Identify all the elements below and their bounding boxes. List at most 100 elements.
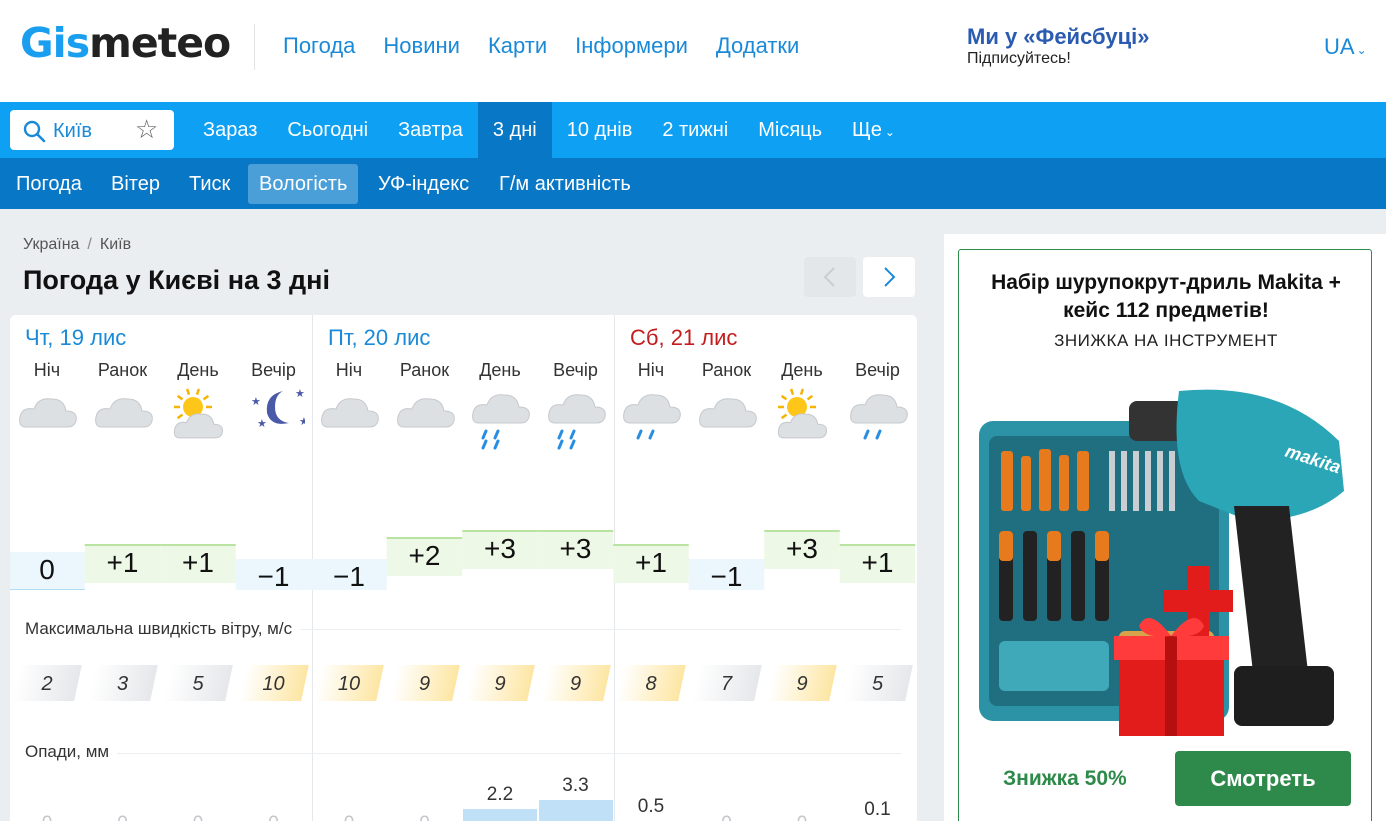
time-of-day-label: Вечір <box>855 360 900 380</box>
wind-speed-value: 5 <box>192 673 204 695</box>
facebook-promo[interactable]: Ми у «Фейсбуці» Підписуйтесь! <box>967 24 1149 68</box>
period-nav: Київ ☆ Зараз Сьогодні Завтра 3 дні 10 дн… <box>0 102 1386 158</box>
header-divider <box>254 24 255 70</box>
main-content: Україна / Київ Погода у Києві на 3 дні Чт,… <box>0 209 1386 821</box>
wind-speed-value: 5 <box>871 673 884 695</box>
site-header: Gismeteo Погода Новини Карти Інформери Д… <box>0 0 1386 102</box>
precipitation-bar <box>463 808 537 821</box>
divider <box>25 753 901 754</box>
cloudy-icon <box>19 398 77 428</box>
subtab-humidity[interactable]: Вологість <box>248 164 359 204</box>
subtab-wind[interactable]: Вітер <box>100 164 171 204</box>
day-label-thu[interactable]: Чт, 19 лис <box>25 325 126 351</box>
language-label: UA <box>1324 34 1355 59</box>
subtab-pressure[interactable]: Тиск <box>178 164 241 204</box>
precipitation-bar <box>538 800 613 821</box>
time-of-day-label: День <box>177 360 219 380</box>
nav-link-informers[interactable]: Інформери <box>575 33 688 59</box>
ad-cta-button[interactable]: Смотреть <box>1175 751 1351 806</box>
precipitation-value: 0 <box>10 813 85 821</box>
language-selector[interactable]: UA ⌄ <box>1324 34 1367 60</box>
temperature-value: +2 <box>408 540 441 571</box>
forecast-card: Чт, 19 лис Пт, 20 лис Сб, 21 лис Максима… <box>10 315 917 821</box>
subtab-geomagnetic[interactable]: Г/м активність <box>488 164 642 204</box>
precipitation-value: 0 <box>387 813 463 821</box>
nav-link-news[interactable]: Новини <box>383 33 460 59</box>
wind-speed-value: 3 <box>116 673 129 695</box>
temperature-value: +1 <box>861 547 894 578</box>
cloudy-icon <box>321 398 379 428</box>
city-search[interactable]: Київ ☆ <box>10 110 174 150</box>
time-of-day-label: Ніч <box>335 360 363 380</box>
partly-sunny-icon <box>777 388 828 439</box>
ad-subtitle: ЗНИЖКА НА ІНСТРУМЕНТ <box>1054 331 1278 350</box>
time-of-day-label: День <box>781 360 823 380</box>
subtab-weather[interactable]: Погода <box>5 164 93 204</box>
precipitation-value: 0 <box>160 813 236 821</box>
wind-speed-value: 10 <box>337 673 361 695</box>
tab-more[interactable]: Ще ⌄ <box>837 102 910 158</box>
temperature-value: −1 <box>710 561 743 592</box>
breadcrumb-country[interactable]: Україна <box>23 236 79 253</box>
temperature-value: +1 <box>635 547 667 578</box>
wind-section-label: Максимальна швидкість вітру, м/с <box>25 619 301 639</box>
tab-now[interactable]: Зараз <box>188 102 272 158</box>
temperature-value: +1 <box>182 547 214 578</box>
favorite-star-icon[interactable]: ☆ <box>135 114 158 145</box>
chevron-left-icon <box>823 267 835 287</box>
svg-text:★: ★ <box>299 416 305 428</box>
nav-link-maps[interactable]: Карти <box>488 33 547 59</box>
breadcrumb: Україна / Київ <box>23 236 131 254</box>
breadcrumb-city[interactable]: Київ <box>100 236 131 253</box>
precipitation-value: 3.3 <box>562 775 589 797</box>
precipitation-value: 0 <box>236 813 312 821</box>
cloudy-icon <box>94 398 153 428</box>
breadcrumb-separator: / <box>87 236 92 253</box>
chevron-down-icon: ⌄ <box>884 125 895 139</box>
day-label-fri[interactable]: Пт, 20 лис <box>328 325 430 351</box>
page-title: Погода у Києві на 3 дні <box>23 265 330 295</box>
time-of-day-label: Вечір <box>553 360 598 380</box>
wind-speed-value: 7 <box>720 673 733 695</box>
ad-sidebar: Набір шурупокрут-дриль Makita + кейс 112… <box>944 234 1386 821</box>
light-rain-icon <box>623 394 681 440</box>
temperature-value: −1 <box>257 561 290 592</box>
clear-night-icon: ★ ★ ★ ★ <box>251 388 305 430</box>
next-arrow-button[interactable] <box>863 257 915 297</box>
time-of-day-label: Вечір <box>251 360 296 380</box>
prev-arrow-button[interactable] <box>804 257 856 297</box>
temperature-value: +3 <box>559 533 592 564</box>
tab-tomorrow[interactable]: Завтра <box>383 102 478 158</box>
ad-product-image[interactable]: makita <box>979 381 1351 738</box>
wind-speed-value: 9 <box>494 673 506 695</box>
precipitation-value: 2.2 <box>486 783 514 805</box>
chevron-right-icon <box>884 267 896 287</box>
light-rain-icon <box>849 394 908 440</box>
time-of-day-label: Ранок <box>97 360 148 380</box>
nav-link-weather[interactable]: Погода <box>283 33 355 59</box>
svg-text:★: ★ <box>251 396 261 408</box>
rain-icon <box>472 394 530 450</box>
wind-speed-value: 9 <box>418 673 431 695</box>
tab-today[interactable]: Сьогодні <box>272 102 383 158</box>
subtab-uv-index[interactable]: УФ-індекс <box>367 164 480 204</box>
wind-speed-value: 2 <box>41 673 53 695</box>
rain-icon <box>547 394 606 450</box>
ad-title: Набір шурупокрут-дриль Makita + кейс 112… <box>991 271 1341 322</box>
gismeteo-logo[interactable]: Gismeteo <box>20 20 231 66</box>
tab-10-days[interactable]: 10 днів <box>552 102 648 158</box>
ad-banner[interactable]: Набір шурупокрут-дриль Makita + кейс 112… <box>958 249 1372 821</box>
time-of-day-label: Ніч <box>33 360 61 380</box>
day-label-sat[interactable]: Сб, 21 лис <box>630 325 737 351</box>
nav-link-apps[interactable]: Додатки <box>716 33 799 59</box>
temperature-value: +3 <box>786 533 818 564</box>
tab-2-weeks[interactable]: 2 тижні <box>647 102 743 158</box>
main-nav: Погода Новини Карти Інформери Додатки <box>283 33 799 59</box>
tab-3-days[interactable]: 3 дні <box>477 102 552 158</box>
svg-text:★: ★ <box>257 418 267 430</box>
precipitation-section-label: Опади, мм <box>25 742 118 762</box>
parameter-nav: Погода Вітер Тиск Вологість УФ-індекс Г/… <box>0 158 1386 209</box>
time-of-day-label: Ніч <box>637 360 665 380</box>
partly-sunny-icon <box>173 388 224 439</box>
tab-month[interactable]: Місяць <box>743 102 837 158</box>
